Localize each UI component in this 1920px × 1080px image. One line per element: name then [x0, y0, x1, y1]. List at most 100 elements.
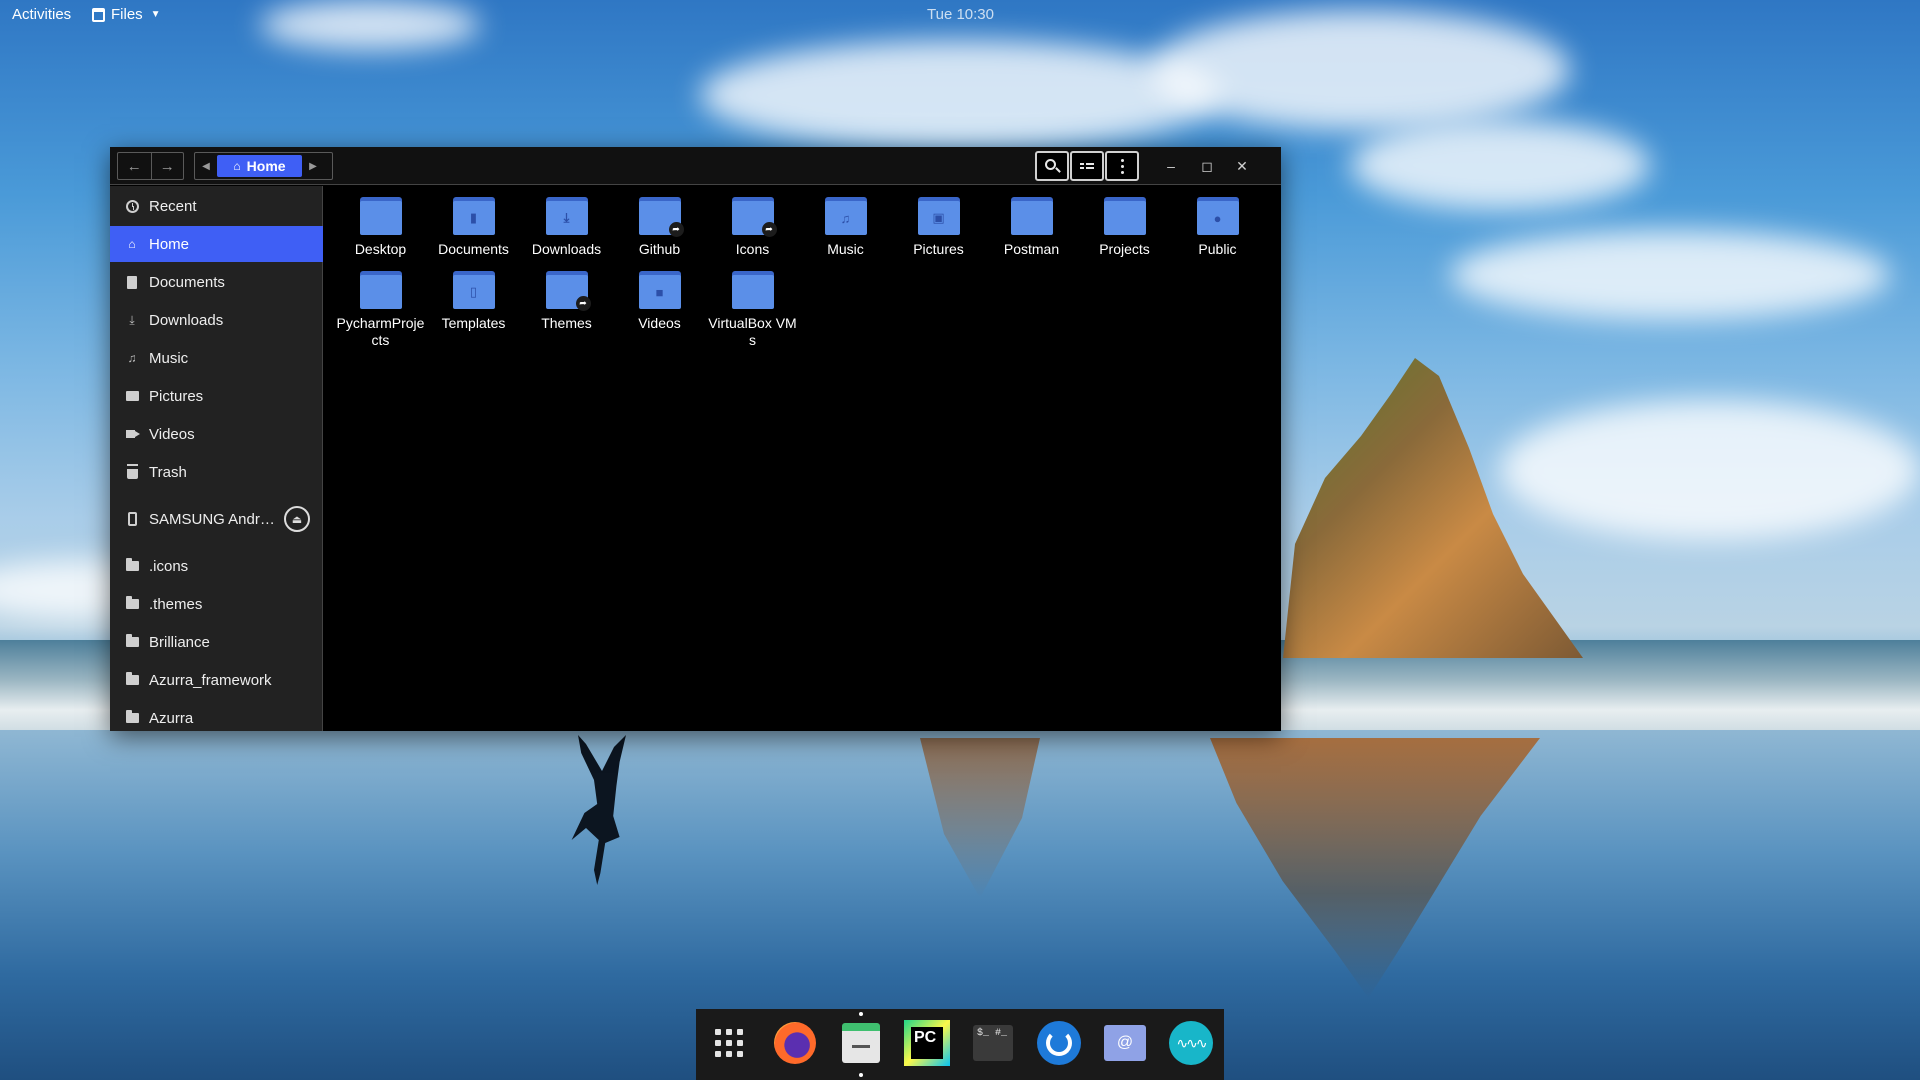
path-home-label: Home — [246, 158, 286, 174]
sidebar-item-azurra-framework[interactable]: Azurra_framework — [110, 662, 323, 698]
sidebar-item-documents[interactable]: Documents — [110, 264, 323, 300]
dock-timeshift[interactable] — [1036, 1020, 1082, 1066]
chevron-left-icon: ◀ — [202, 160, 210, 172]
maximize-button[interactable]: ◻ — [1192, 152, 1222, 180]
close-button[interactable]: ✕ — [1227, 152, 1257, 180]
files-icon — [842, 1023, 880, 1063]
folder-music-icon: ♫ — [824, 197, 867, 235]
sidebar-item-label: Trash — [149, 463, 187, 481]
file-item-postman[interactable]: Postman — [985, 186, 1078, 258]
search-button[interactable] — [1035, 151, 1069, 181]
dock-terminal[interactable]: $_ #_ — [970, 1020, 1016, 1066]
path-scroll-left-button[interactable]: ◀ — [195, 153, 217, 179]
file-item-projects[interactable]: Projects — [1078, 186, 1171, 258]
firefox-icon — [774, 1022, 816, 1064]
sidebar-item-label: .icons — [149, 557, 189, 575]
view-mode-button[interactable] — [1070, 151, 1104, 181]
sidebar-item-samsung-device[interactable]: SAMSUNG Andr… ⏏ — [110, 501, 323, 537]
kebab-menu-icon — [1120, 158, 1124, 174]
dock-mail[interactable]: @ — [1102, 1020, 1148, 1066]
eject-icon: ⏏ — [291, 513, 303, 526]
top-bar: Activities Files ▼ Tue 10:30 — [0, 0, 1920, 28]
file-manager-window: ← → ◀ ⌂ Home ▶ – ◻ ✕ Recent ⌂ Home Docum… — [110, 147, 1281, 731]
sidebar-item-brilliance[interactable]: Brilliance — [110, 624, 323, 660]
minimize-icon: – — [1167, 158, 1175, 174]
folder-icon: ➦ — [545, 271, 591, 311]
sidebar-item-music[interactable]: ♫ Music — [110, 340, 323, 376]
file-item-public[interactable]: ● Public — [1171, 186, 1264, 258]
sidebar-item-azurra[interactable]: Azurra — [110, 700, 323, 731]
symlink-icon: ➦ — [668, 222, 684, 237]
forward-button[interactable]: → — [150, 153, 184, 179]
file-item-pycharmprojects[interactable]: PycharmProjects — [334, 260, 427, 349]
sidebar-item-label: Azurra_framework — [149, 671, 272, 689]
sidebar-item-label: Home — [149, 235, 190, 253]
path-scroll-right-button[interactable]: ▶ — [302, 153, 324, 179]
file-label: Downloads — [531, 241, 602, 257]
file-item-desktop[interactable]: Desktop — [334, 186, 427, 258]
show-applications-button[interactable] — [706, 1020, 752, 1066]
sidebar-item-label: SAMSUNG Andr… — [149, 510, 275, 528]
file-item-github[interactable]: ➦ Github — [613, 186, 706, 258]
file-item-icons[interactable]: ➦ Icons — [706, 186, 799, 258]
file-label: Icons — [735, 241, 770, 257]
file-item-downloads[interactable]: ⤓ Downloads — [520, 186, 613, 258]
sidebar-item-recent[interactable]: Recent — [110, 188, 323, 224]
folder-icon — [1010, 197, 1053, 235]
navigation-buttons: ← → — [117, 152, 184, 180]
file-item-virtualbox-vms[interactable]: VirtualBox VMs — [706, 260, 799, 349]
sidebar-item-label: Documents — [149, 273, 225, 291]
path-home-button[interactable]: ⌂ Home — [217, 155, 302, 177]
folder-icon — [125, 596, 139, 611]
pycharm-icon: PC — [904, 1020, 950, 1066]
dock-files[interactable] — [838, 1020, 884, 1066]
file-item-music[interactable]: ♫ Music — [799, 186, 892, 258]
minimize-button[interactable]: – — [1156, 152, 1186, 180]
home-icon: ⌂ — [128, 237, 136, 251]
sidebar-item-home[interactable]: ⌂ Home — [110, 226, 323, 262]
menu-button[interactable] — [1105, 151, 1139, 181]
sidebar-item-label: Videos — [149, 425, 195, 443]
sidebar-item-themes[interactable]: .themes — [110, 586, 323, 622]
back-button[interactable]: ← — [118, 153, 151, 179]
dock-firefox[interactable] — [772, 1020, 818, 1066]
eject-button[interactable]: ⏏ — [284, 506, 310, 532]
file-view[interactable]: Desktop ▮ Documents ⤓ Downloads ➦ Github… — [324, 186, 1281, 731]
folder-pictures-icon: ▣ — [917, 197, 960, 235]
path-bar: ◀ ⌂ Home ▶ — [194, 152, 333, 180]
file-label: Postman — [1003, 241, 1060, 257]
search-icon — [1045, 159, 1056, 170]
file-label: Public — [1198, 241, 1237, 257]
arrow-right-icon: → — [159, 157, 175, 175]
dock-pycharm[interactable]: PC — [904, 1020, 950, 1066]
trash-icon — [125, 465, 139, 479]
app-menu[interactable]: Files ▼ — [92, 6, 161, 23]
file-item-documents[interactable]: ▮ Documents — [427, 186, 520, 258]
clock-icon — [125, 199, 139, 213]
folder-icon — [125, 634, 139, 649]
home-icon: ⌂ — [233, 159, 241, 173]
sidebar-item-label: Downloads — [149, 311, 224, 329]
folder-templates-icon: ▯ — [452, 271, 495, 309]
sidebar-item-trash[interactable]: Trash — [110, 454, 323, 490]
file-item-themes[interactable]: ➦ Themes — [520, 260, 613, 332]
sidebar-item-label: Music — [149, 349, 189, 367]
file-label: Github — [638, 241, 681, 257]
file-item-videos[interactable]: ■ Videos — [613, 260, 706, 332]
sidebar-item-videos[interactable]: Videos — [110, 416, 323, 452]
sidebar-item-downloads[interactable]: ⤓ Downloads — [110, 302, 323, 338]
document-icon — [125, 275, 139, 289]
sidebar-item-pictures[interactable]: Pictures — [110, 378, 323, 414]
clock[interactable]: Tue 10:30 — [927, 6, 994, 23]
sidebar-item-label: Azurra — [149, 709, 194, 727]
activities-button[interactable]: Activities — [12, 6, 71, 23]
sidebar-item-icons[interactable]: .icons — [110, 548, 323, 584]
file-item-pictures[interactable]: ▣ Pictures — [892, 186, 985, 258]
dock-audio-recorder[interactable]: ∿∿∿ — [1168, 1020, 1214, 1066]
file-item-templates[interactable]: ▯ Templates — [427, 260, 520, 332]
folder-icon: ➦ — [638, 197, 684, 237]
symlink-icon: ➦ — [575, 296, 591, 311]
folder-icon — [359, 197, 402, 235]
audio-wave-icon: ∿∿∿ — [1169, 1021, 1213, 1065]
file-label: Desktop — [354, 241, 407, 257]
